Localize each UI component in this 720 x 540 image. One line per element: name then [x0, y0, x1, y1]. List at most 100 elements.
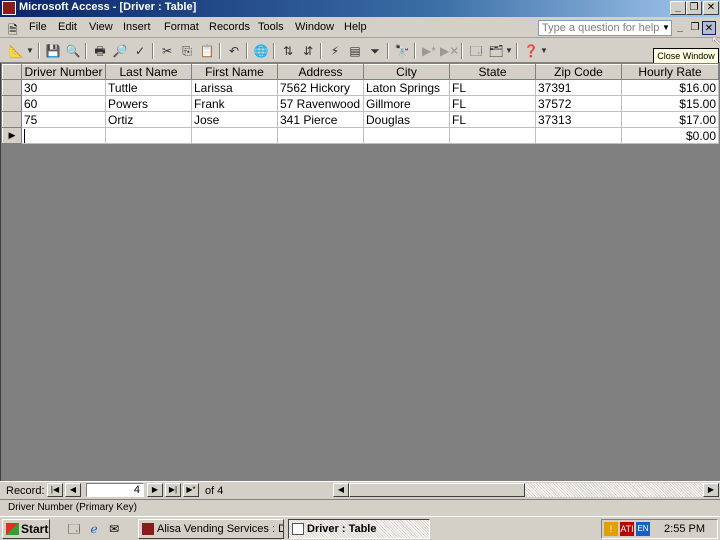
access-app-icon[interactable]: [2, 1, 16, 15]
row-selector[interactable]: [2, 79, 22, 96]
copy-icon[interactable]: ⎘: [178, 42, 196, 60]
internet-explorer-icon[interactable]: ℯ: [86, 521, 102, 537]
column-header[interactable]: First Name: [191, 64, 278, 80]
table-cell[interactable]: [277, 127, 364, 144]
table-cell[interactable]: [535, 127, 622, 144]
table-cell[interactable]: Larissa: [191, 79, 278, 96]
restore-button[interactable]: ❐: [686, 1, 702, 15]
scroll-left-icon[interactable]: ◀: [333, 483, 349, 497]
table-cell[interactable]: 37391: [535, 79, 622, 96]
previous-record-button[interactable]: ◀: [65, 483, 81, 497]
menu-window[interactable]: Window: [295, 21, 334, 33]
table-cell[interactable]: 7562 Hickory: [277, 79, 364, 96]
search-file-icon[interactable]: 🔍: [64, 42, 82, 60]
column-header[interactable]: Zip Code: [535, 64, 622, 80]
filter-by-form-icon[interactable]: ▤: [346, 42, 364, 60]
table-cell[interactable]: 37313: [535, 111, 622, 128]
apply-filter-icon[interactable]: ⏷: [366, 42, 384, 60]
ati-icon[interactable]: ATI: [620, 522, 634, 536]
help-icon[interactable]: ❓: [522, 42, 540, 60]
save-icon[interactable]: 💾: [44, 42, 62, 60]
table-cell[interactable]: 75: [21, 111, 106, 128]
cut-icon[interactable]: ✂: [158, 42, 176, 60]
table-cell[interactable]: $15.00: [621, 95, 719, 112]
table-cell[interactable]: [191, 127, 278, 144]
view-dropdown-icon[interactable]: ▼: [26, 42, 34, 60]
column-header[interactable]: Address: [277, 64, 364, 80]
table-cell[interactable]: [363, 127, 450, 144]
ask-question-input[interactable]: Type a question for help: [538, 20, 672, 36]
print-preview-icon[interactable]: 🔎: [111, 42, 129, 60]
sort-descending-icon[interactable]: ⇵: [299, 42, 317, 60]
show-desktop-icon[interactable]: 🗔: [66, 521, 82, 537]
table-cell[interactable]: 37572: [535, 95, 622, 112]
menu-view[interactable]: View: [89, 21, 113, 33]
table-cell[interactable]: Tuttle: [105, 79, 192, 96]
properties-icon[interactable]: 🗔: [467, 42, 485, 60]
column-header[interactable]: Hourly Rate: [621, 64, 719, 80]
table-cell[interactable]: Frank: [191, 95, 278, 112]
column-header[interactable]: City: [363, 64, 450, 80]
ask-dropdown-icon[interactable]: ▼: [662, 21, 671, 35]
row-selector[interactable]: [2, 111, 22, 128]
table-cell[interactable]: [449, 127, 536, 144]
table-cell[interactable]: 341 Pierce: [277, 111, 364, 128]
current-row-marker-icon[interactable]: ▶: [2, 127, 22, 144]
menu-tools[interactable]: Tools: [258, 21, 284, 33]
database-window-icon[interactable]: 🗂: [487, 42, 505, 60]
doc-minimize-button[interactable]: _: [673, 21, 687, 35]
outlook-icon[interactable]: ✉: [106, 521, 122, 537]
undo-icon[interactable]: ↶: [225, 42, 243, 60]
table-cell[interactable]: 57 Ravenwood: [277, 95, 364, 112]
table-cell[interactable]: Ortiz: [105, 111, 192, 128]
tray-app-icon[interactable]: !: [604, 522, 618, 536]
hyperlink-icon[interactable]: 🌐: [252, 42, 270, 60]
table-cell[interactable]: 30: [21, 79, 106, 96]
scroll-thumb[interactable]: [349, 483, 525, 497]
current-record-input[interactable]: 4: [86, 483, 144, 497]
horizontal-scrollbar[interactable]: ◀ ▶: [333, 483, 719, 497]
table-cell[interactable]: Gillmore: [363, 95, 450, 112]
menu-edit[interactable]: Edit: [58, 21, 77, 33]
taskbar-button-driver-table[interactable]: Driver : Table: [288, 519, 430, 539]
last-record-button[interactable]: ▶|: [165, 483, 181, 497]
menu-insert[interactable]: Insert: [123, 21, 151, 33]
print-icon[interactable]: 🖶: [91, 42, 109, 60]
column-header[interactable]: State: [449, 64, 536, 80]
table-cell[interactable]: FL: [449, 111, 536, 128]
table-cell[interactable]: FL: [449, 95, 536, 112]
find-icon[interactable]: 🔭: [393, 42, 411, 60]
table-cell[interactable]: $16.00: [621, 79, 719, 96]
column-header[interactable]: Last Name: [105, 64, 192, 80]
doc-restore-button[interactable]: ❐: [688, 21, 702, 35]
table-cell[interactable]: [105, 127, 192, 144]
table-cell[interactable]: $17.00: [621, 111, 719, 128]
view-design-icon[interactable]: 📐: [7, 42, 25, 60]
table-cell[interactable]: Laton Springs: [363, 79, 450, 96]
table-cell[interactable]: FL: [449, 79, 536, 96]
toolbar-options-icon[interactable]: ▼: [540, 42, 548, 60]
scroll-right-icon[interactable]: ▶: [703, 483, 719, 497]
language-icon[interactable]: EN: [636, 522, 650, 536]
sort-ascending-icon[interactable]: ⇅: [279, 42, 297, 60]
menu-help[interactable]: Help: [344, 21, 367, 33]
menu-records[interactable]: Records: [209, 21, 250, 33]
new-record-icon[interactable]: ▶*: [420, 42, 438, 60]
new-object-dropdown-icon[interactable]: ▼: [505, 42, 513, 60]
table-cell[interactable]: [21, 127, 106, 144]
delete-record-icon[interactable]: ▶✕: [440, 42, 459, 60]
column-header[interactable]: Driver Number: [21, 64, 106, 80]
menu-format[interactable]: Format: [164, 21, 199, 33]
paste-icon[interactable]: 📋: [198, 42, 216, 60]
row-selector[interactable]: [2, 95, 22, 112]
select-all-corner[interactable]: [2, 64, 22, 80]
new-record-button[interactable]: ▶*: [183, 483, 199, 497]
first-record-button[interactable]: |◀: [47, 483, 63, 497]
table-cell[interactable]: Jose: [191, 111, 278, 128]
menu-file[interactable]: File: [29, 21, 47, 33]
next-record-button[interactable]: ▶: [147, 483, 163, 497]
table-cell[interactable]: 60: [21, 95, 106, 112]
start-button[interactable]: Start: [2, 519, 50, 539]
table-cell[interactable]: Douglas: [363, 111, 450, 128]
close-button[interactable]: ✕: [703, 1, 719, 15]
